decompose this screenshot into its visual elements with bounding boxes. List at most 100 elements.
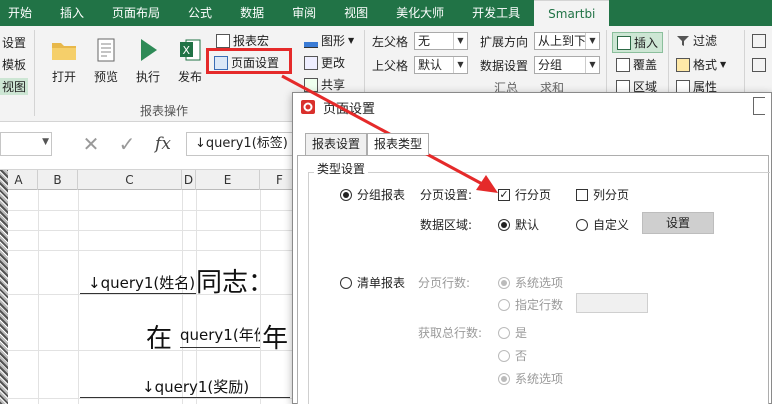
total-rows-no-radio[interactable]: 否 — [498, 347, 527, 364]
tab-page-layout[interactable]: 页面布局 — [98, 0, 174, 26]
tab-smartbi[interactable]: Smartbi — [534, 0, 610, 26]
total-rows-yes-label: 是 — [515, 326, 528, 340]
expand-direction-select[interactable]: 从上到下 ▼ — [534, 32, 600, 50]
cell-tongzhi[interactable]: 同志： — [196, 262, 274, 299]
cell-name-field[interactable]: ↓query1(姓名) — [88, 272, 195, 293]
column-header-b[interactable]: B — [38, 170, 78, 190]
tab-developer[interactable]: 开发工具 — [458, 0, 534, 26]
list-report-radio[interactable]: 清单报表 — [340, 274, 405, 291]
graph-dropdown-icon[interactable]: ▼ — [348, 36, 354, 45]
filter-icon — [677, 35, 689, 46]
filter-label: 过滤 — [693, 34, 718, 48]
page-rows-specify-radio[interactable]: 指定行数 — [498, 296, 563, 313]
sheet-grid[interactable]: ↓query1(姓名) 同志： 在 query1(年份 年 ↓query1(奖励… — [0, 190, 300, 404]
svg-text:X: X — [183, 44, 191, 57]
more-icon[interactable] — [752, 34, 766, 48]
total-rows-system-radio[interactable]: 系统选项 — [498, 370, 563, 387]
filter-button[interactable]: 过滤 — [676, 32, 717, 49]
column-header-d[interactable]: D — [182, 170, 196, 190]
tab-data[interactable]: 数据 — [226, 0, 278, 26]
annotation-highlight-box — [206, 48, 292, 74]
ribbon-view-button[interactable]: 视图 — [0, 78, 29, 95]
excel-publish-icon: X — [180, 39, 201, 61]
data-setting-value: 分组 — [538, 58, 563, 72]
left-parent-select[interactable]: 无 ▼ — [414, 32, 468, 50]
chevron-down-icon: ▼ — [453, 33, 467, 49]
top-parent-value: 默认 — [418, 58, 443, 72]
open-button[interactable]: 打开 — [44, 36, 84, 85]
data-area-custom-radio[interactable]: 自定义 — [576, 216, 629, 233]
enter-icon[interactable]: ✓ — [114, 132, 140, 156]
tab-insert[interactable]: 插入 — [46, 0, 98, 26]
more-icon[interactable] — [752, 58, 766, 72]
tab-review[interactable]: 审阅 — [278, 0, 330, 26]
dialog-window-control[interactable] — [753, 97, 765, 115]
get-total-rows-label: 获取总行数: — [418, 326, 483, 340]
report-ops-group-label: 报表操作 — [140, 104, 189, 118]
dialog-titlebar[interactable]: 页面设置 — [293, 93, 771, 121]
graph-button[interactable]: 图形 ▼ — [304, 32, 354, 49]
column-headers: A B C D E F — [0, 170, 300, 190]
tab-report-type[interactable]: 报表类型 — [367, 133, 430, 155]
tab-home[interactable]: 开始 — [0, 0, 46, 26]
ribbon-tab-bar: 开始 插入 页面布局 公式 数据 审阅 视图 美化大师 开发工具 Smartbi — [0, 0, 772, 26]
tab-view[interactable]: 视图 — [330, 0, 382, 26]
overwrite-mode-button[interactable]: 覆盖 — [616, 56, 657, 73]
ribbon-template-button[interactable]: 模板 — [2, 56, 26, 73]
radio-indicator — [498, 218, 510, 231]
data-area-setting-button[interactable]: 设置 — [642, 212, 714, 234]
page-rows-system-radio[interactable]: 系统选项 — [498, 274, 563, 291]
tab-beautify[interactable]: 美化大师 — [382, 0, 458, 26]
cell-nian[interactable]: 年 — [262, 318, 288, 355]
top-parent-select[interactable]: 默认 ▼ — [414, 56, 468, 74]
publish-button[interactable]: X 发布 — [170, 36, 210, 85]
insert-function-icon[interactable]: fx — [150, 132, 176, 156]
cell-award-field[interactable]: ↓query1(奖励) — [142, 376, 249, 397]
chart-icon — [304, 33, 318, 48]
change-label: 更改 — [321, 56, 346, 70]
data-area-custom-label: 自定义 — [593, 218, 630, 232]
formula-input[interactable]: ↓query1(标签) — [186, 132, 306, 156]
check-icon: ✓ — [498, 187, 510, 201]
execute-button[interactable]: 执行 — [128, 36, 168, 85]
publish-label: 发布 — [177, 70, 202, 84]
format-button[interactable]: 格式 ▼ — [676, 56, 726, 73]
row-paging-checkbox[interactable]: ✓ 行分页 — [498, 186, 551, 203]
cell-zai[interactable]: 在 — [146, 318, 172, 355]
data-area-default-radio[interactable]: 默认 — [498, 216, 539, 233]
graph-label: 图形 — [321, 34, 346, 48]
tab-formulas[interactable]: 公式 — [174, 0, 226, 26]
data-area-default-label: 默认 — [515, 218, 540, 232]
name-box[interactable]: ▼ — [0, 132, 52, 156]
page-rows-input[interactable] — [576, 293, 648, 313]
format-dropdown-icon[interactable]: ▼ — [720, 60, 726, 69]
ribbon-setting-button[interactable]: 设置 — [2, 34, 26, 51]
insert-mode-button[interactable]: 插入 — [612, 32, 664, 53]
column-header-e[interactable]: E — [196, 170, 260, 190]
radio-indicator — [498, 298, 510, 311]
share-label: 共享 — [321, 78, 346, 92]
preview-button[interactable]: 预览 — [86, 36, 126, 85]
preview-document-icon — [97, 38, 115, 62]
data-setting-select[interactable]: 分组 ▼ — [534, 56, 600, 74]
total-rows-yes-radio[interactable]: 是 — [498, 324, 527, 341]
folder-icon — [52, 43, 76, 60]
page-rows-label: 分页行数: — [418, 276, 471, 290]
row-paging-label: 行分页 — [515, 188, 552, 202]
tab-report-settings[interactable]: 报表设置 — [305, 133, 368, 155]
top-parent-label: 上父格 — [372, 59, 409, 73]
overwrite-label: 覆盖 — [633, 58, 658, 72]
col-paging-label: 列分页 — [593, 188, 630, 202]
cancel-icon[interactable]: ✕ — [78, 132, 104, 156]
column-header-c[interactable]: C — [78, 170, 182, 190]
total-rows-system-label: 系统选项 — [515, 372, 564, 386]
cell-year-field[interactable]: query1(年份 — [180, 324, 260, 345]
group-report-radio[interactable]: 分组报表 — [340, 186, 405, 203]
macro-icon — [216, 33, 230, 48]
share-button[interactable]: 共享 — [304, 76, 345, 93]
col-paging-checkbox[interactable]: 列分页 — [576, 186, 629, 203]
type-settings-group-title: 类型设置 — [314, 160, 369, 177]
report-macro-button[interactable]: 报表宏 — [216, 32, 269, 49]
change-button[interactable]: 更改 — [304, 54, 345, 71]
data-setting-label: 数据设置 — [480, 59, 529, 73]
